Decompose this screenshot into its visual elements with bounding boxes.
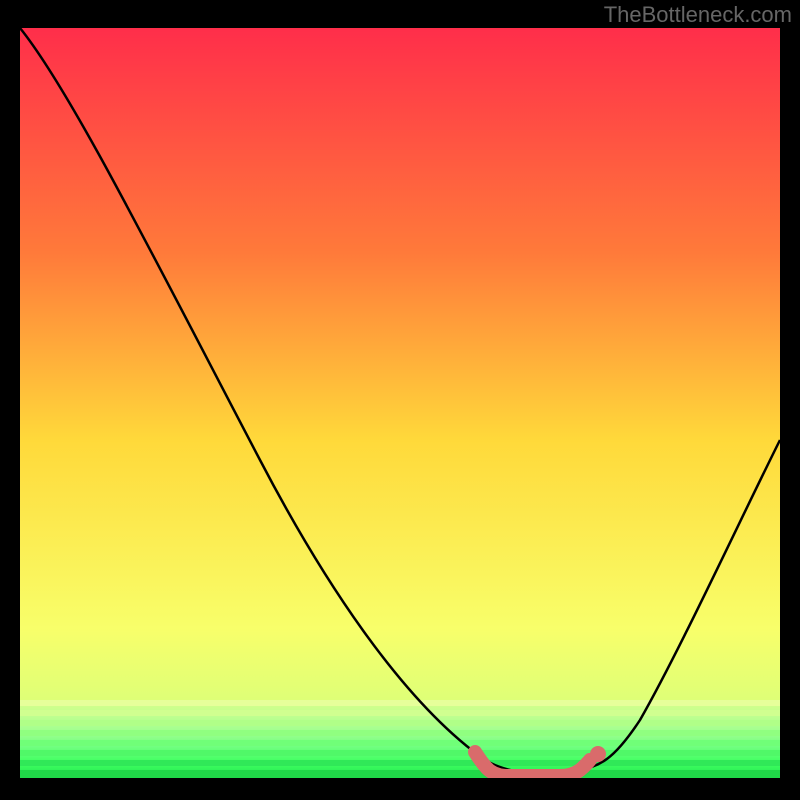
- watermark-text: TheBottleneck.com: [604, 2, 792, 28]
- bottom-band-group: [20, 700, 780, 778]
- frame-right: [780, 0, 800, 800]
- frame-left: [0, 0, 20, 800]
- bottleneck-chart: [0, 0, 800, 800]
- chart-container: TheBottleneck.com: [0, 0, 800, 800]
- frame-bottom: [0, 778, 800, 800]
- plot-area: [20, 28, 780, 778]
